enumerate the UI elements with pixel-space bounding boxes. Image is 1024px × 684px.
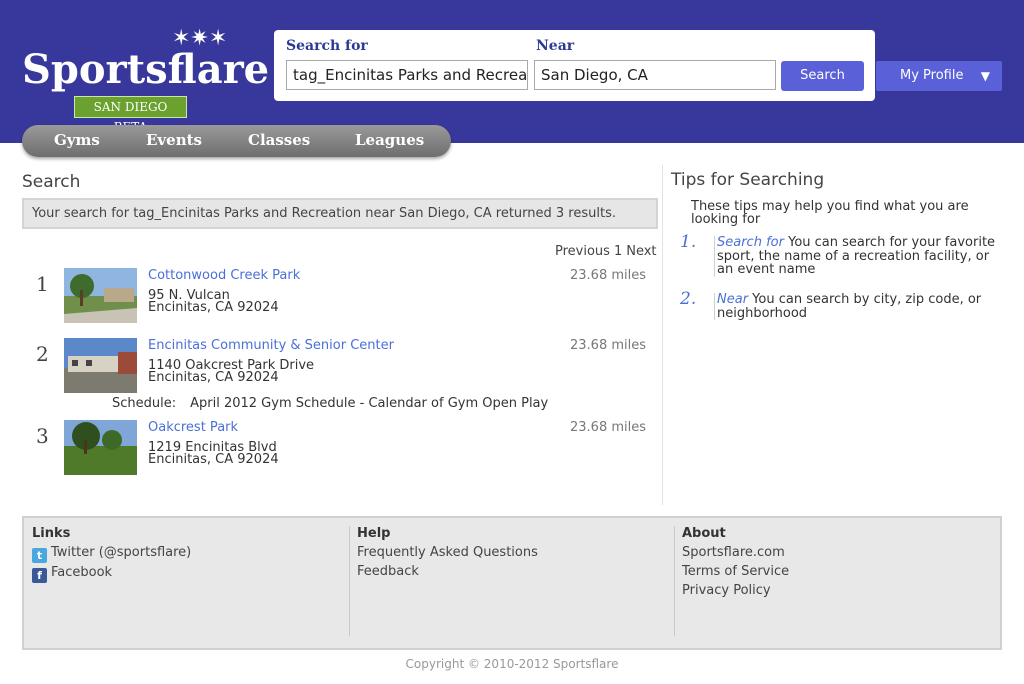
logo-text: Sportsflare — [22, 46, 270, 93]
result-distance: 23.68 miles — [570, 268, 647, 283]
copyright: Copyright © 2010-2012 Sportsflare — [405, 657, 619, 671]
result-address-line2: Encinitas, CA 92024 — [148, 452, 279, 467]
result-address-line2: Encinitas, CA 92024 — [148, 370, 279, 385]
result-number: 1 — [36, 272, 49, 296]
faq-link[interactable]: Frequently Asked Questions — [357, 543, 538, 562]
footer-links-column: Links t Twitter (@sportsflare) f Facebook — [32, 526, 191, 583]
footer-help-column: Help Frequently Asked Questions Feedback — [357, 526, 538, 581]
footer: Links t Twitter (@sportsflare) f Facebook … — [22, 516, 1002, 650]
pager-next[interactable]: Next — [626, 244, 656, 259]
near-label: Near — [536, 38, 575, 54]
result-name-link[interactable]: Encinitas Community & Senior Center — [148, 338, 394, 353]
result-thumbnail[interactable] — [64, 338, 137, 393]
pager-page[interactable]: 1 — [614, 244, 622, 259]
result-distance: 23.68 miles — [570, 420, 647, 435]
nav-gyms[interactable]: Gyms — [54, 125, 100, 157]
tip-number: 2. — [680, 289, 697, 309]
nav-leagues[interactable]: Leagues — [355, 125, 424, 157]
schedule-link[interactable]: April 2012 Gym Schedule - Calendar of Gy… — [190, 396, 548, 411]
result-number: 2 — [36, 342, 49, 366]
schedule-row: Schedule: April 2012 Gym Schedule - Calen… — [112, 396, 548, 411]
page-title: Search — [22, 172, 81, 192]
search-for-input[interactable]: tag_Encinitas Parks and Recreation — [286, 60, 528, 90]
result-thumbnail[interactable] — [64, 268, 137, 323]
beta-badge: SAN DIEGO BETA — [74, 96, 187, 134]
near-input[interactable]: San Diego, CA — [534, 60, 776, 90]
nav-events[interactable]: Events — [146, 125, 202, 157]
footer-about-heading: About — [682, 526, 726, 541]
footer-divider — [349, 526, 350, 636]
tip-number: 1. — [680, 232, 697, 252]
site-link[interactable]: Sportsflare.com — [682, 543, 789, 562]
footer-help-heading: Help — [357, 526, 391, 541]
main-nav: Gyms Events Classes Leagues — [22, 125, 451, 157]
result-name-link[interactable]: Oakcrest Park — [148, 420, 238, 435]
search-button[interactable]: Search — [781, 61, 864, 91]
result-address-line2: Encinitas, CA 92024 — [148, 300, 279, 315]
my-profile-button[interactable]: My Profile ▼ — [876, 61, 1002, 91]
header: ✶✷✶ Sportsflare SAN DIEGO BETA Search fo… — [0, 0, 1024, 143]
search-box: Search for tag_Encinitas Parks and Recre… — [274, 30, 875, 101]
pager-previous[interactable]: Previous — [555, 244, 610, 259]
tips-intro: These tips may help you find what you ar… — [691, 199, 969, 227]
nav-classes[interactable]: Classes — [248, 125, 310, 157]
tip-text: You can search by city, zip code, or nei… — [717, 292, 982, 321]
privacy-link[interactable]: Privacy Policy — [682, 581, 789, 600]
schedule-label: Schedule: — [112, 396, 177, 411]
search-for-label: Search for — [286, 38, 368, 54]
facebook-link[interactable]: f Facebook — [32, 563, 191, 583]
facebook-icon: f — [32, 568, 47, 583]
tip-body: Search for You can search for your favor… — [714, 236, 1004, 277]
tips-title: Tips for Searching — [671, 170, 825, 190]
twitter-icon: t — [32, 548, 47, 563]
result-number: 3 — [36, 424, 49, 448]
twitter-link[interactable]: t Twitter (@sportsflare) — [32, 543, 191, 563]
footer-links-heading: Links — [32, 526, 71, 541]
sportsflare-logo[interactable]: ✶✷✶ Sportsflare SAN DIEGO BETA — [22, 28, 269, 135]
column-divider — [662, 165, 663, 505]
caret-down-icon: ▼ — [980, 69, 990, 83]
feedback-link[interactable]: Feedback — [357, 562, 538, 581]
tip-body: Near You can search by city, zip code, o… — [714, 293, 1004, 320]
result-thumbnail[interactable] — [64, 420, 137, 475]
result-distance: 23.68 miles — [570, 338, 647, 353]
result-name-link[interactable]: Cottonwood Creek Park — [148, 268, 300, 283]
twitter-label: Twitter (@sportsflare) — [51, 545, 192, 560]
pager: Previous 1 Next — [555, 244, 661, 259]
facebook-label: Facebook — [51, 565, 113, 580]
footer-about-column: About Sportsflare.com Terms of Service P… — [682, 526, 789, 600]
my-profile-label: My Profile — [900, 68, 964, 83]
terms-link[interactable]: Terms of Service — [682, 562, 789, 581]
footer-divider — [674, 526, 675, 636]
result-banner: Your search for tag_Encinitas Parks and … — [22, 198, 658, 229]
